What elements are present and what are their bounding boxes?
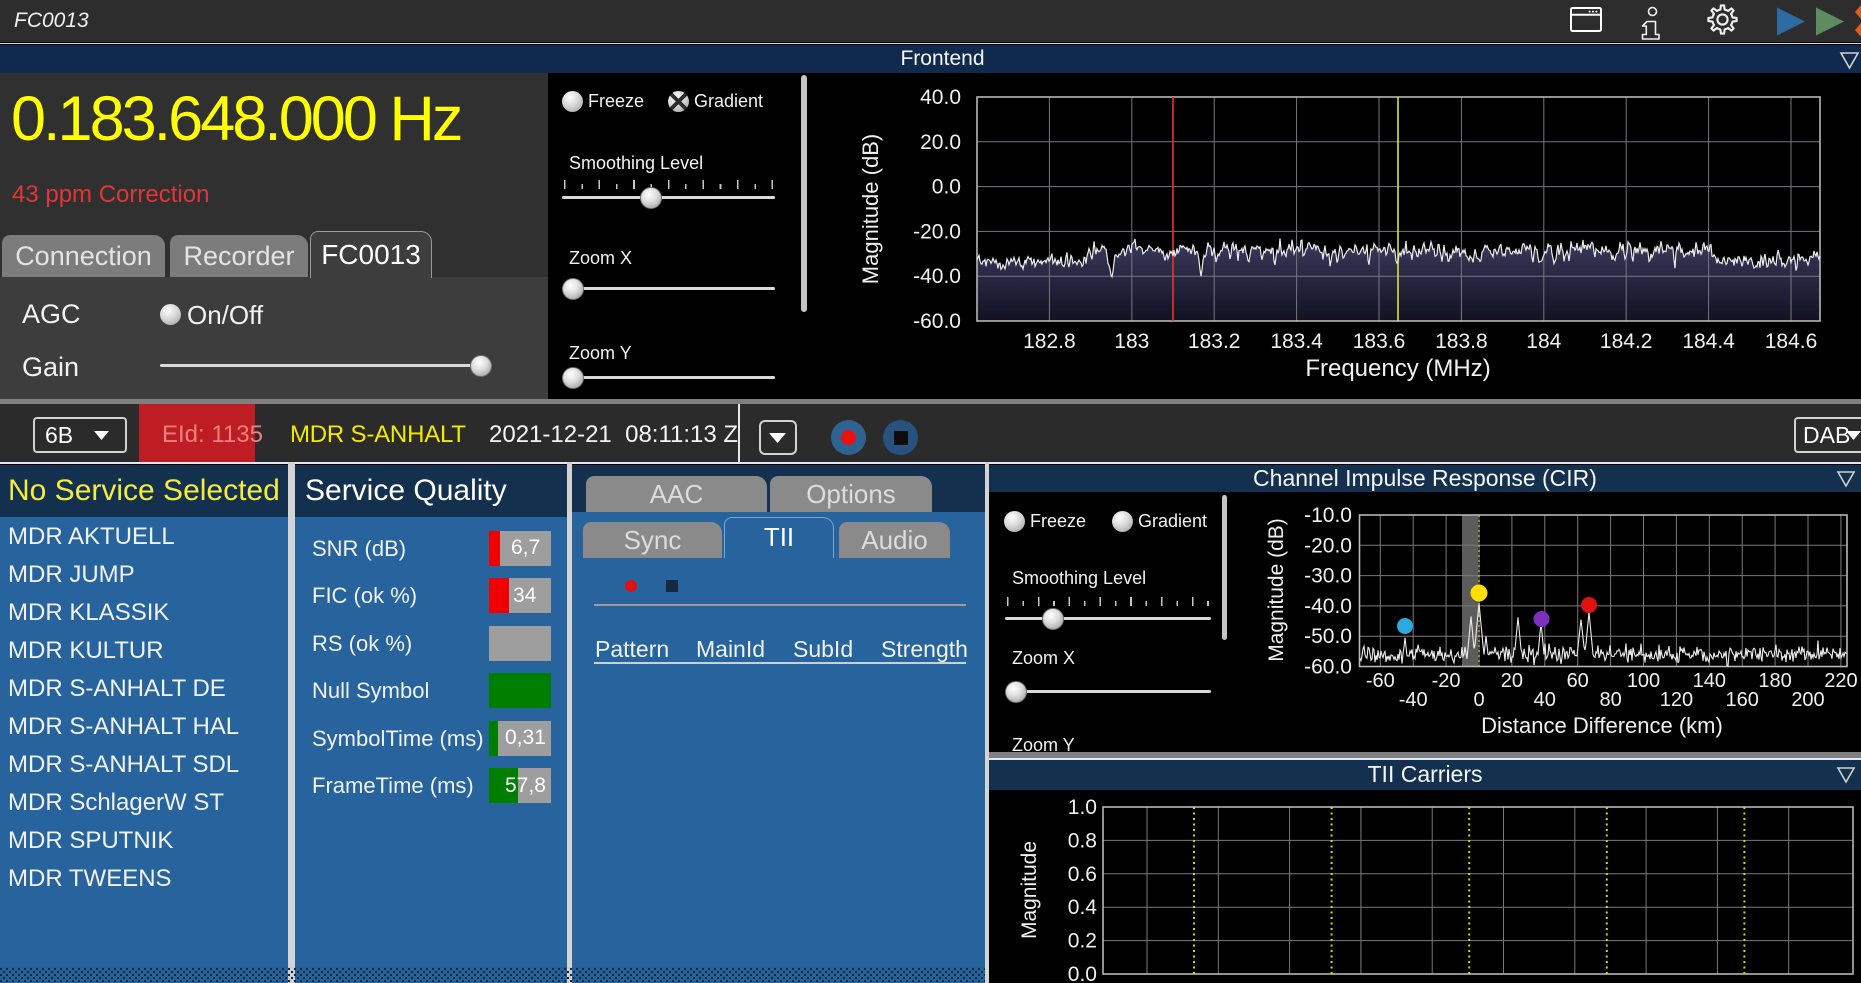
svg-text:-60: -60 [1366,670,1395,692]
svg-text:-40: -40 [1399,689,1428,711]
svg-text:183.2: 183.2 [1188,330,1241,353]
svg-text:140: 140 [1693,670,1726,692]
svg-text:220: 220 [1824,670,1857,692]
svg-text:Magnitude (dB): Magnitude (dB) [858,134,883,284]
svg-text:Magnitude (dB): Magnitude (dB) [1265,518,1288,662]
svg-text:1.0: 1.0 [1068,796,1097,819]
svg-text:0.8: 0.8 [1068,829,1097,852]
svg-text:-40.0: -40.0 [913,265,961,288]
svg-text:184.2: 184.2 [1600,330,1653,353]
svg-text:20.0: 20.0 [920,131,961,154]
svg-text:183.8: 183.8 [1435,330,1488,353]
svg-text:40.0: 40.0 [920,86,961,109]
svg-text:0.0: 0.0 [932,176,961,199]
svg-text:0.2: 0.2 [1068,930,1097,953]
svg-text:Distance Difference (km): Distance Difference (km) [1481,713,1723,738]
svg-text:-40.0: -40.0 [1304,595,1352,618]
svg-text:-60.0: -60.0 [1304,656,1352,679]
svg-text:60: 60 [1567,670,1589,692]
svg-text:100: 100 [1627,670,1660,692]
svg-text:-10.0: -10.0 [1304,504,1352,527]
svg-text:120: 120 [1660,689,1693,711]
svg-text:184.6: 184.6 [1765,330,1818,353]
svg-text:184: 184 [1526,330,1561,353]
svg-text:-20.0: -20.0 [913,220,961,243]
svg-text:183: 183 [1114,330,1149,353]
svg-text:0.4: 0.4 [1068,896,1098,919]
svg-text:0.6: 0.6 [1068,863,1097,886]
svg-text:200: 200 [1791,689,1824,711]
svg-text:Frequency (MHz): Frequency (MHz) [1305,355,1490,382]
svg-text:182.8: 182.8 [1023,330,1076,353]
svg-text:0.0: 0.0 [1068,963,1097,983]
svg-text:-20: -20 [1432,670,1461,692]
svg-text:80: 80 [1599,689,1621,711]
svg-text:Magnitude: Magnitude [1018,841,1041,939]
svg-text:0: 0 [1473,689,1484,711]
svg-text:184.4: 184.4 [1682,330,1735,353]
svg-text:-50.0: -50.0 [1304,625,1352,648]
svg-text:180: 180 [1758,670,1791,692]
svg-text:20: 20 [1501,670,1523,692]
svg-text:-30.0: -30.0 [1304,565,1352,588]
svg-text:-60.0: -60.0 [913,310,961,333]
svg-text:183.6: 183.6 [1353,330,1406,353]
svg-text:-20.0: -20.0 [1304,534,1352,557]
svg-text:40: 40 [1534,689,1556,711]
svg-text:183.4: 183.4 [1270,330,1323,353]
svg-text:160: 160 [1726,689,1759,711]
